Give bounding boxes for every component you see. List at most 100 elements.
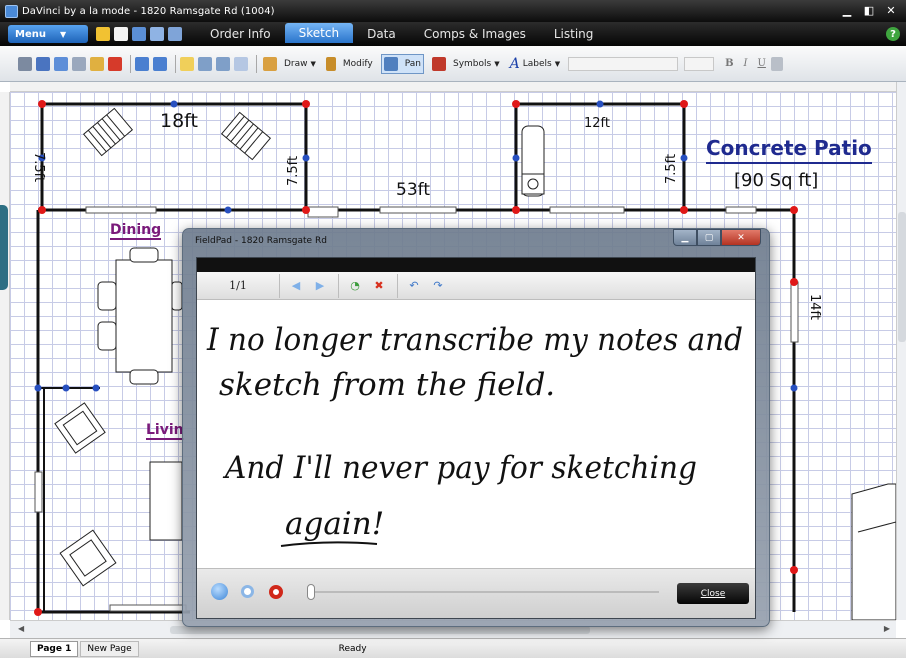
underline-button[interactable]: U <box>757 58 765 69</box>
window-title: DaVinci by a la mode - 1820 Ramsgate Rd … <box>22 5 275 17</box>
side-panel-handle[interactable] <box>0 205 8 290</box>
draw-button[interactable]: Draw ▼ <box>261 54 318 74</box>
print-icon[interactable] <box>150 27 164 41</box>
tab-comps-images[interactable]: Comps & Images <box>410 23 540 45</box>
new-page-icon[interactable]: ◔ <box>347 279 363 292</box>
toolbar-separator <box>175 54 176 73</box>
room-label-dining[interactable]: Dining <box>110 222 162 240</box>
room-label-living[interactable]: Livin <box>146 422 184 440</box>
folder-icon[interactable] <box>96 27 110 41</box>
dimension-label[interactable]: 18ft <box>160 110 198 132</box>
sofa-symbol <box>149 461 183 541</box>
scroll-thumb[interactable] <box>170 626 590 634</box>
symbols-button[interactable]: Symbols ▼ <box>430 54 502 74</box>
dimension-label[interactable]: 7.5ft <box>31 152 46 182</box>
dimension-label[interactable]: 12ft <box>584 116 610 131</box>
highlight-icon[interactable] <box>180 56 194 71</box>
chair-symbol <box>171 281 183 311</box>
align-icon[interactable] <box>770 56 783 71</box>
fieldpad-maximize-button[interactable]: ▢ <box>697 229 721 246</box>
labels-button[interactable]: A Labels ▼ <box>508 54 562 74</box>
vertical-scrollbar[interactable] <box>896 82 906 620</box>
minimize-button[interactable]: ▁ <box>836 2 858 18</box>
new-page-tab[interactable]: New Page <box>80 640 139 657</box>
new-document-icon[interactable] <box>114 27 128 41</box>
redo-icon[interactable]: ↷ <box>430 279 446 292</box>
next-page-icon[interactable]: ▶ <box>312 279 328 292</box>
chair-symbol <box>129 369 159 385</box>
font-family-select[interactable] <box>568 56 679 71</box>
save-icon[interactable] <box>132 27 146 41</box>
pause-icon[interactable] <box>241 585 254 598</box>
window-symbol <box>790 281 799 343</box>
help-icon[interactable]: ? <box>886 27 900 41</box>
armchair-symbol <box>54 402 106 454</box>
dimension-label[interactable]: 14ft <box>807 294 822 320</box>
record-icon[interactable] <box>269 585 283 599</box>
toolbar-separator <box>279 273 280 298</box>
window-symbol <box>85 206 157 214</box>
patio-title-label[interactable]: Concrete Patio <box>706 136 872 164</box>
redo-icon[interactable] <box>153 56 167 71</box>
dimension-label[interactable]: 7.5ft <box>286 156 301 186</box>
dimension-label[interactable]: 7.5ft <box>664 154 679 184</box>
patio-area-label[interactable]: [90 Sq ft] <box>734 170 818 191</box>
symbols-icon <box>431 56 446 71</box>
font-size-select[interactable] <box>684 56 715 71</box>
pan-button[interactable]: Pan <box>380 53 424 74</box>
menu-button[interactable]: Menu ▼ <box>8 25 88 43</box>
page-tab-1[interactable]: Page 1 <box>30 640 79 657</box>
tab-listing[interactable]: Listing <box>540 23 608 45</box>
tab-sketch[interactable]: Sketch <box>284 23 354 43</box>
delete-page-icon[interactable]: ✖ <box>371 279 387 292</box>
playback-slider-track[interactable] <box>313 591 659 593</box>
playback-slider-handle[interactable] <box>307 584 315 600</box>
dimension-label[interactable]: 53ft <box>396 180 430 200</box>
toolbar-separator <box>397 273 398 298</box>
main-tabs: Order Info Sketch Data Comps & Images Li… <box>196 23 607 45</box>
undo-icon[interactable] <box>135 56 149 71</box>
toolbar-separator <box>256 54 257 73</box>
scroll-thumb[interactable] <box>898 212 906 342</box>
zoom-out-icon[interactable] <box>216 56 230 71</box>
chair-symbol <box>97 321 117 351</box>
fieldpad-toolbar: 1/1 ◀ ▶ ◔ ✖ ↶ ↷ <box>197 272 755 300</box>
modify-label: Modify <box>342 58 373 69</box>
paste-icon[interactable] <box>90 56 104 71</box>
copy-icon[interactable] <box>72 56 86 71</box>
fieldpad-close-icon[interactable]: ✕ <box>721 229 761 246</box>
move-icon[interactable] <box>54 56 68 71</box>
undo-icon[interactable]: ↶ <box>406 279 422 292</box>
fieldpad-window-controls: ▁ ▢ ✕ <box>673 229 761 246</box>
italic-button[interactable]: I <box>744 58 748 69</box>
door-symbol <box>307 206 339 218</box>
title-bar: DaVinci by a la mode - 1820 Ramsgate Rd … <box>0 0 906 22</box>
fieldpad-minimize-button[interactable]: ▁ <box>673 229 697 246</box>
horizontal-ruler <box>10 82 896 92</box>
bold-button[interactable]: B <box>725 58 733 69</box>
scroll-right-icon[interactable]: ▶ <box>884 624 890 633</box>
maximize-button[interactable]: ◧ <box>858 2 880 18</box>
pan-icon <box>383 56 398 71</box>
import-icon[interactable] <box>36 56 50 71</box>
close-button[interactable]: ✕ <box>880 2 902 18</box>
page-indicator: 1/1 <box>229 279 247 292</box>
play-icon[interactable] <box>211 583 228 600</box>
tab-data[interactable]: Data <box>353 23 410 45</box>
tab-order-info[interactable]: Order Info <box>196 23 285 45</box>
delete-icon[interactable] <box>108 56 122 71</box>
fieldpad-close-button[interactable]: Close <box>677 583 749 604</box>
zoom-in-icon[interactable] <box>198 56 212 71</box>
scroll-left-icon[interactable]: ◀ <box>18 624 24 633</box>
toolbar-separator <box>338 273 339 298</box>
fit-page-icon[interactable] <box>234 56 248 71</box>
previous-page-icon[interactable]: ◀ <box>288 279 304 292</box>
open-icon[interactable] <box>18 56 32 71</box>
modify-button[interactable]: Modify <box>324 54 375 74</box>
armchair-symbol <box>59 529 117 587</box>
fieldpad-header-strip <box>197 258 755 272</box>
export-icon[interactable] <box>168 27 182 41</box>
chevron-down-icon: ▼ <box>494 59 500 68</box>
handwriting-area[interactable]: I no longer transcribe my notes and sket… <box>197 300 755 562</box>
window-symbol <box>34 471 43 513</box>
